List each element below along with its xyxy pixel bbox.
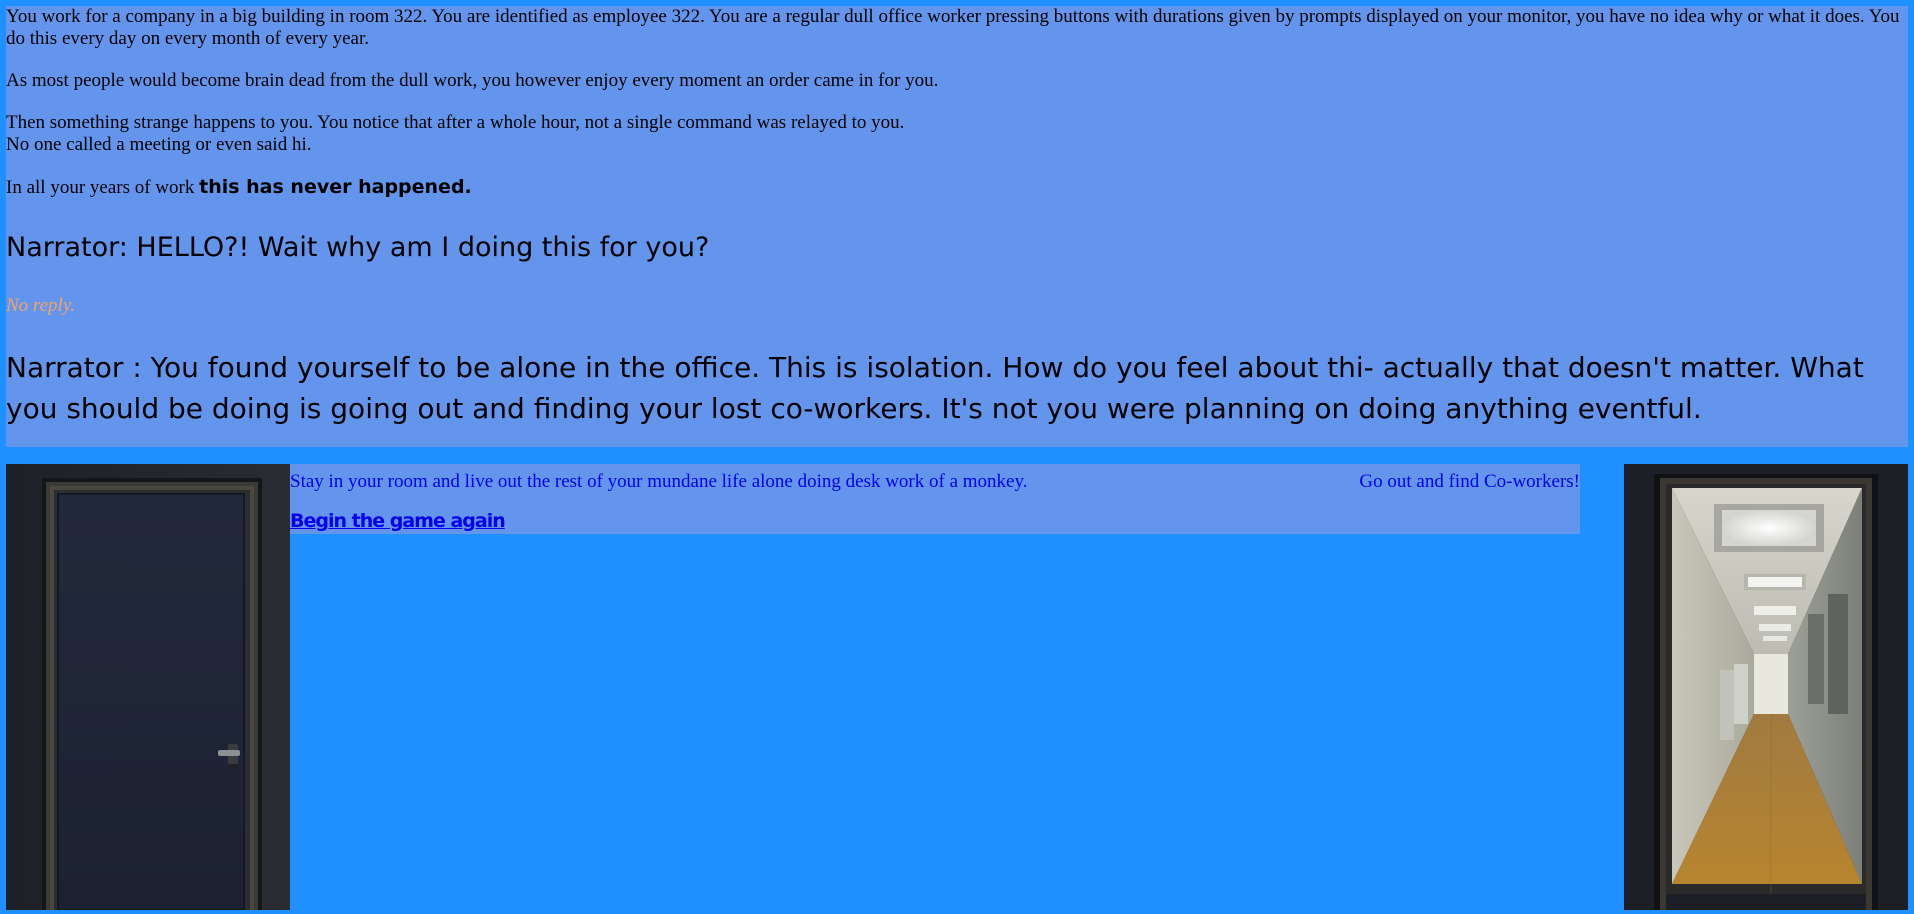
stay-in-room-link[interactable]: Stay in your room and live out the rest … <box>290 471 1028 493</box>
story-paragraph-3-line-2: No one called a meeting or even said hi. <box>6 134 312 155</box>
choice-links-panel: Stay in your room and live out the rest … <box>290 464 1580 534</box>
narrator-line-2: Narrator : You found yourself to be alon… <box>6 351 1864 425</box>
begin-game-again-link[interactable]: Begin the game again <box>290 510 506 532</box>
no-reply-text: No reply. <box>6 295 75 316</box>
narrator-line-1: Narrator: HELLO?! Wait why am I doing th… <box>6 232 710 263</box>
open-door-hallway-image[interactable] <box>1624 464 1908 910</box>
story-paragraph-4-emphasis: this has never happened. <box>199 176 472 198</box>
closed-door-image[interactable] <box>6 464 290 910</box>
story-paragraph-2: As most people would become brain dead f… <box>6 70 939 91</box>
choices-area: Stay in your room and live out the rest … <box>6 464 1908 910</box>
story-paragraph-3: Then something strange happens to you. Y… <box>6 112 1908 156</box>
find-coworkers-link[interactable]: Go out and find Co-workers! <box>1359 471 1580 493</box>
page: You work for a company in a big building… <box>6 6 1908 910</box>
story-panel: You work for a company in a big building… <box>6 6 1908 447</box>
story-paragraph-3-line-1: Then something strange happens to you. Y… <box>6 112 905 133</box>
story-paragraph-4: In all your years of work this has never… <box>6 176 1908 199</box>
story-paragraph-1: You work for a company in a big building… <box>6 6 1900 49</box>
story-paragraph-4-lead: In all your years of work <box>6 177 200 198</box>
